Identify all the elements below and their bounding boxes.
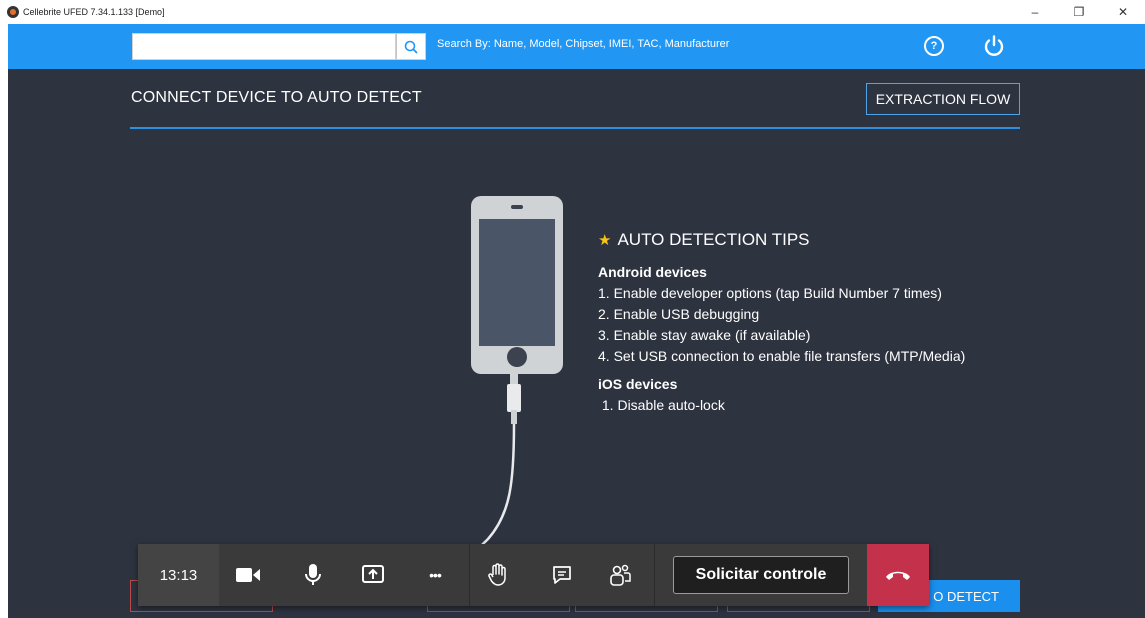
- app-logo-icon: [7, 6, 19, 18]
- participants-icon[interactable]: [605, 560, 635, 590]
- search-icon: [404, 40, 418, 54]
- android-tip: 3. Enable stay awake (if available): [598, 327, 811, 343]
- power-icon[interactable]: [982, 34, 1006, 58]
- hang-up-icon: [886, 571, 910, 580]
- window-controls: – ❐ ✕: [1013, 0, 1145, 24]
- window-title: Cellebrite UFED 7.34.1.133 [Demo]: [23, 7, 165, 17]
- title-divider: [130, 127, 1020, 129]
- search-button[interactable]: [396, 33, 426, 60]
- minimize-button[interactable]: –: [1013, 0, 1057, 24]
- chat-icon[interactable]: [547, 560, 577, 590]
- microphone-icon[interactable]: [298, 560, 328, 590]
- meeting-toolbar: 13:13 ••• Solicitar controle: [138, 544, 929, 606]
- ios-tip: 1. Disable auto-lock: [598, 397, 725, 413]
- auto-detection-tips: ★ AUTO DETECTION TIPS Android devices 1.…: [598, 230, 965, 416]
- android-heading: Android devices: [598, 264, 707, 280]
- ios-heading: iOS devices: [598, 376, 678, 392]
- android-tip: 1. Enable developer options (tap Build N…: [598, 285, 942, 301]
- phone-illustration: [471, 196, 563, 374]
- phone-home-button: [507, 347, 527, 367]
- maximize-button[interactable]: ❐: [1057, 0, 1101, 24]
- main-panel: CONNECT DEVICE TO AUTO DETECT EXTRACTION…: [8, 69, 1145, 618]
- tips-title-text: AUTO DETECTION TIPS: [617, 230, 810, 249]
- hang-up-button[interactable]: [867, 544, 929, 606]
- search-hint: Search By: Name, Model, Chipset, IMEI, T…: [437, 38, 730, 50]
- android-tip: 2. Enable USB debugging: [598, 306, 760, 322]
- raise-hand-icon[interactable]: [483, 560, 513, 590]
- extraction-flow-button[interactable]: EXTRACTION FLOW: [866, 83, 1020, 115]
- page-title: CONNECT DEVICE TO AUTO DETECT: [131, 89, 422, 106]
- request-control-button[interactable]: Solicitar controle: [673, 556, 849, 594]
- phone-screen: [479, 219, 555, 346]
- help-icon[interactable]: ?: [924, 36, 944, 56]
- share-screen-icon[interactable]: [358, 560, 388, 590]
- search-input[interactable]: [132, 33, 396, 60]
- more-options-icon[interactable]: •••: [420, 560, 450, 590]
- phone-speaker: [511, 205, 523, 209]
- window-titlebar: Cellebrite UFED 7.34.1.133 [Demo] – ❐ ✕: [0, 0, 1145, 24]
- star-icon: ★: [598, 232, 612, 249]
- tips-title: ★ AUTO DETECTION TIPS: [598, 230, 965, 250]
- search-bar: Search By: Name, Model, Chipset, IMEI, T…: [8, 24, 1145, 69]
- close-button[interactable]: ✕: [1101, 0, 1145, 24]
- call-duration: 13:13: [138, 544, 219, 606]
- camera-icon[interactable]: [233, 560, 263, 590]
- android-tip: 4. Set USB connection to enable file tra…: [598, 348, 966, 364]
- toolbar-divider: [654, 544, 655, 606]
- toolbar-divider: [469, 544, 470, 606]
